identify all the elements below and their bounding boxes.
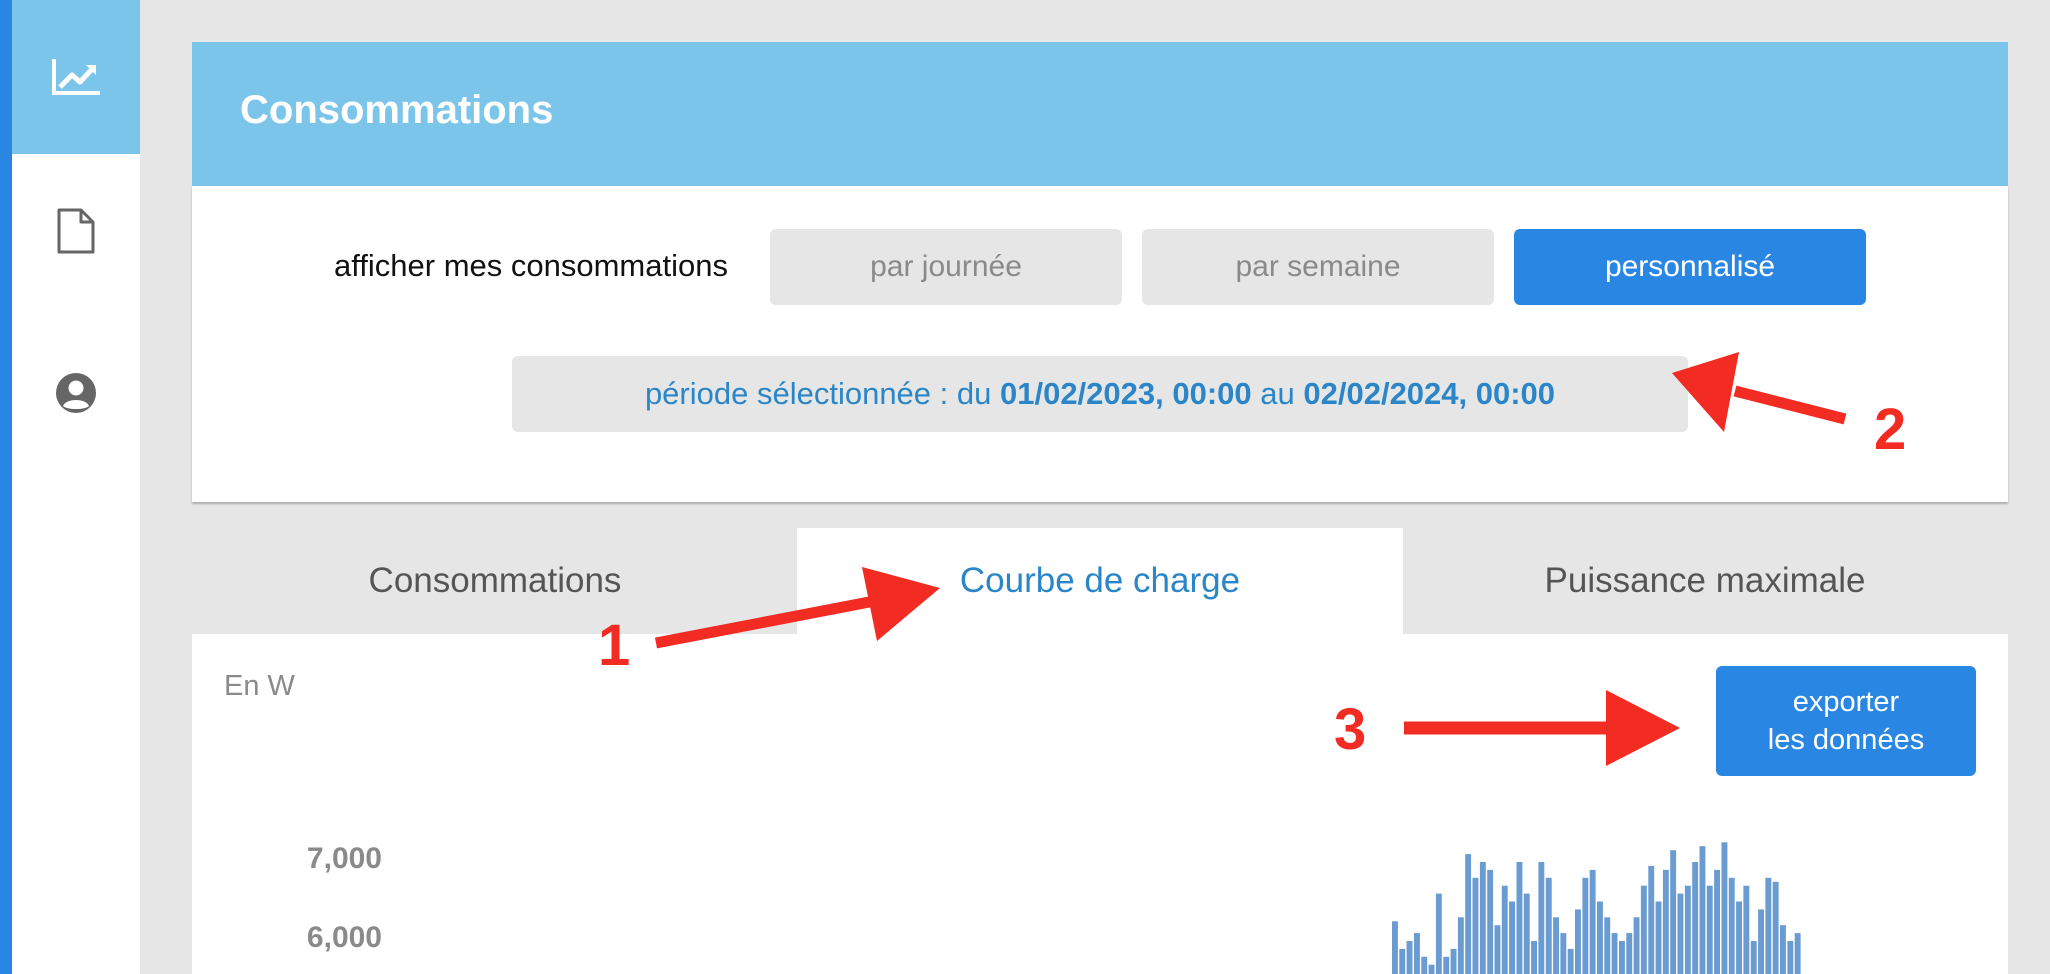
- chart-bar: [1736, 901, 1742, 974]
- chart-bar: [1633, 917, 1640, 974]
- chart-bar: [1714, 869, 1720, 974]
- chart-bar: [1670, 850, 1677, 974]
- chart-bar: [1392, 921, 1398, 974]
- user-circle-icon: [54, 371, 98, 415]
- chart-bar: [1706, 885, 1713, 974]
- filter-label: afficher mes consommations: [334, 248, 728, 283]
- chart-bar: [1619, 941, 1625, 974]
- export-label-line1: exporter: [1792, 686, 1900, 718]
- y-tick-label: 7,000: [306, 842, 382, 875]
- chart-bar: [1523, 893, 1530, 974]
- chart-bar: [1399, 948, 1406, 974]
- chart-bar: [1575, 909, 1581, 974]
- chart-bar: [1545, 877, 1552, 974]
- sidebar-item-consommations[interactable]: [12, 0, 140, 154]
- chart-bar: [1721, 842, 1728, 974]
- chart-bar: [1443, 956, 1450, 974]
- chart-bar: [1699, 846, 1706, 974]
- annotation-label-2: 2: [1874, 397, 1907, 462]
- chart-bar: [1640, 885, 1647, 974]
- chart-bar: [1465, 854, 1472, 974]
- chart-bar: [1487, 869, 1494, 974]
- chart-bar: [1567, 948, 1574, 974]
- par-journee-button[interactable]: par journée: [770, 229, 1122, 305]
- chart-bar: [1794, 933, 1801, 974]
- chart-bar: [1457, 917, 1464, 974]
- chart-bar: [1655, 901, 1662, 974]
- chart-bar: [1677, 893, 1684, 974]
- annotation-label-1: 1: [598, 613, 631, 678]
- sidebar-item-account[interactable]: [12, 316, 140, 470]
- chart-bar: [1494, 925, 1501, 974]
- chart-bar: [1509, 901, 1515, 974]
- chart-bar: [1421, 956, 1428, 974]
- chart-bar: [1553, 917, 1559, 974]
- filter-panel: afficher mes consommations par journée p…: [192, 186, 2008, 502]
- export-data-button[interactable]: exporter les données: [1716, 666, 1976, 776]
- chart-bar: [1435, 893, 1442, 974]
- chart-bar: [1582, 877, 1589, 974]
- tab-courbe-de-charge[interactable]: Courbe de charge: [797, 528, 1403, 634]
- chart-bar: [1604, 917, 1611, 974]
- personnalise-button[interactable]: personnalisé: [1514, 229, 1866, 305]
- chart-bar: [1501, 885, 1508, 974]
- chart-bar: [1597, 901, 1603, 974]
- chart-panel: En W exporter les données 7,000 6,000: [192, 634, 2008, 974]
- chart-bar: [1758, 909, 1764, 974]
- chart-bar: [1538, 862, 1545, 974]
- period-middle: au: [1251, 376, 1304, 411]
- chart-bar: [1414, 933, 1420, 974]
- chart-bar: [1531, 941, 1537, 974]
- sidebar-item-documents[interactable]: [12, 154, 140, 308]
- chart-bar: [1750, 941, 1757, 974]
- document-icon: [57, 208, 95, 254]
- export-label-line2: les données: [1767, 724, 1925, 756]
- par-semaine-button[interactable]: par semaine: [1142, 229, 1494, 305]
- tab-puissance-maximale[interactable]: Puissance maximale: [1402, 528, 2008, 634]
- chart-bar: [1662, 869, 1669, 974]
- period-end: 02/02/2024, 00:00: [1303, 376, 1556, 411]
- chart-bar: [1765, 877, 1772, 974]
- page-title: Consommations: [240, 88, 554, 132]
- sidebar: [0, 0, 140, 974]
- chart-bar: [1772, 881, 1779, 974]
- chart-bar: [1648, 865, 1655, 974]
- chart-bar: [1684, 885, 1691, 974]
- chart-bar: [1743, 885, 1750, 974]
- chart-bar: [1560, 933, 1567, 974]
- chart-bar: [1626, 933, 1633, 974]
- selected-period[interactable]: période sélectionnée : du 01/02/2023, 00…: [512, 356, 1688, 432]
- chart-bar: [1692, 862, 1699, 974]
- annotation-label-3: 3: [1334, 697, 1367, 762]
- period-prefix: période sélectionnée : du: [644, 376, 1000, 411]
- chart-bar: [1472, 877, 1479, 974]
- period-start: 01/02/2023, 00:00: [999, 376, 1252, 411]
- chart-bar: [1516, 862, 1523, 974]
- chart-bar: [1780, 925, 1786, 974]
- tab-consommations[interactable]: Consommations: [192, 528, 798, 634]
- chart-unit-label: En W: [224, 670, 295, 702]
- chart-bar: [1450, 948, 1457, 974]
- chart-bar: [1611, 933, 1618, 974]
- chart-bar: [1428, 964, 1435, 974]
- chart-bar: [1589, 869, 1596, 974]
- chart-line-icon: [50, 57, 102, 97]
- y-tick-label: 6,000: [306, 921, 382, 954]
- chart-bar: [1479, 862, 1486, 974]
- panel-header: Consommations: [192, 42, 2008, 186]
- chart-bar: [1728, 877, 1735, 974]
- chart-bar: [1406, 941, 1413, 974]
- chart-bar: [1787, 941, 1794, 974]
